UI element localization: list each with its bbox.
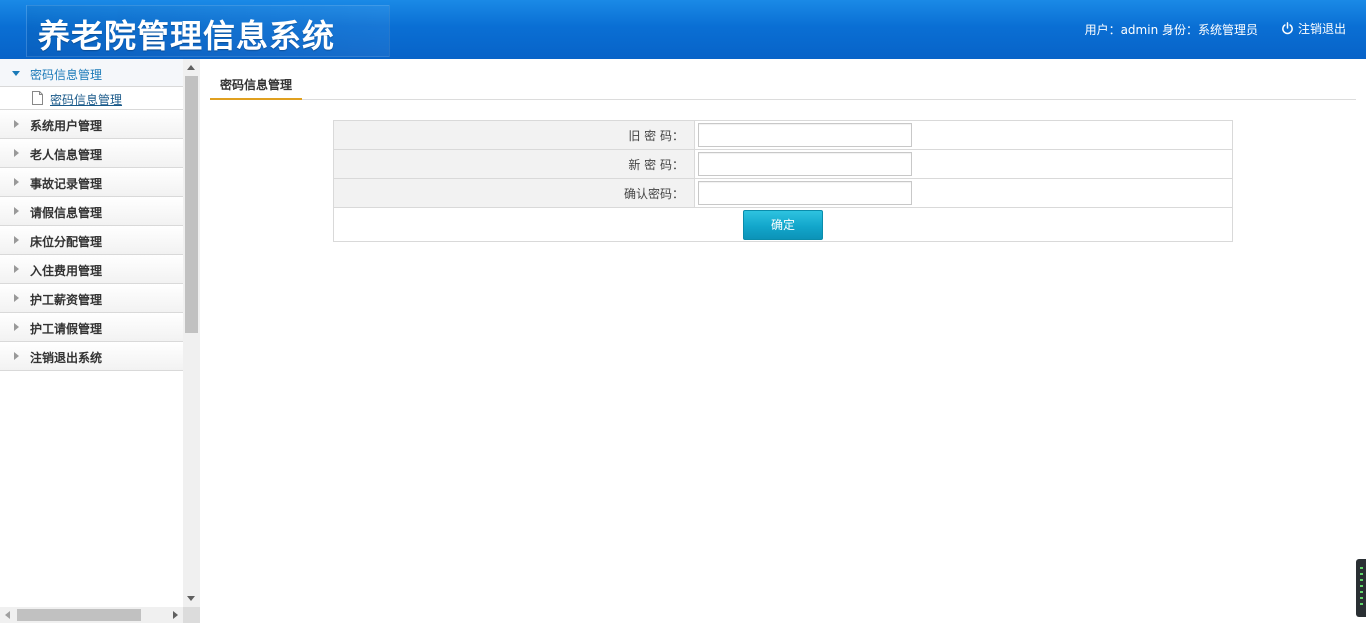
scroll-up-icon[interactable]: [187, 65, 195, 70]
new-password-label: 新 密 码：: [333, 149, 695, 179]
sidebar-item-beds[interactable]: 床位分配管理: [0, 226, 183, 255]
chevron-right-icon: [14, 149, 19, 157]
sidebar-item-accidents[interactable]: 事故记录管理: [0, 168, 183, 197]
sidebar-item-label: 系统用户管理: [30, 119, 103, 133]
side-widget[interactable]: [1356, 559, 1366, 617]
old-password-label: 旧 密 码：: [333, 120, 695, 150]
sidebar-item-label: 老人信息管理: [30, 148, 103, 162]
logout-link[interactable]: 注销退出: [1281, 20, 1346, 37]
sidebar-item-leave[interactable]: 请假信息管理: [0, 197, 183, 226]
widget-indicator: [1360, 597, 1363, 599]
chevron-right-icon: [14, 178, 19, 186]
confirm-password-input[interactable]: [698, 181, 912, 205]
chevron-right-icon: [14, 294, 19, 302]
scroll-down-icon[interactable]: [187, 596, 195, 601]
form-cell: [694, 178, 1233, 208]
sidebar-item-label: 密码信息管理: [30, 68, 103, 82]
scroll-right-icon[interactable]: [173, 611, 178, 619]
chevron-right-icon: [14, 352, 19, 360]
widget-indicator: [1360, 573, 1363, 575]
form-cell: 确定: [333, 207, 1233, 242]
sidebar-item-label: 护工薪资管理: [30, 293, 103, 307]
user-info: 用户：admin 身份：系统管理员: [1084, 23, 1258, 37]
chevron-right-icon: [14, 120, 19, 128]
tab-bar: 密码信息管理: [210, 72, 1356, 100]
sidebar-item-label: 注销退出系统: [30, 351, 103, 365]
sidebar-item-salary[interactable]: 护工薪资管理: [0, 284, 183, 313]
sidebar-item-system-users[interactable]: 系统用户管理: [0, 110, 183, 139]
vertical-scrollbar[interactable]: [183, 59, 200, 607]
logout-label: 注销退出: [1297, 22, 1346, 36]
chevron-right-icon: [14, 236, 19, 244]
power-icon: [1282, 22, 1293, 35]
widget-indicator: [1360, 567, 1363, 569]
sidebar: 密码信息管理 密码信息管理 系统用户管理 老人信息管理 事故记录管理 请假信息管…: [0, 59, 200, 623]
sidebar-item-password[interactable]: 密码信息管理: [0, 59, 183, 87]
scroll-thumb[interactable]: [185, 76, 198, 333]
scroll-left-icon[interactable]: [5, 611, 10, 619]
form-cell: [694, 149, 1233, 179]
sidebar-item-label: 入住费用管理: [30, 264, 103, 278]
main-content: 密码信息管理 旧 密 码： 新 密 码： 确认密码： 确定: [210, 59, 1356, 623]
sidebar-item-label: 床位分配管理: [30, 235, 103, 249]
scroll-thumb[interactable]: [17, 609, 141, 621]
password-form: 旧 密 码： 新 密 码： 确认密码： 确定: [333, 120, 1233, 242]
chevron-down-icon: [12, 71, 20, 76]
chevron-right-icon: [14, 207, 19, 215]
chevron-right-icon: [14, 323, 19, 331]
form-cell: [694, 120, 1233, 150]
sidebar-menu: 密码信息管理 密码信息管理 系统用户管理 老人信息管理 事故记录管理 请假信息管…: [0, 59, 183, 371]
widget-indicator: [1360, 585, 1363, 587]
sidebar-item-label: 护工请假管理: [30, 322, 103, 336]
widget-indicator: [1360, 579, 1363, 581]
submit-button[interactable]: 确定: [743, 209, 823, 240]
confirm-password-label: 确认密码：: [333, 178, 695, 208]
sidebar-item-logout[interactable]: 注销退出系统: [0, 342, 183, 371]
sidebar-item-fees[interactable]: 入住费用管理: [0, 255, 183, 284]
chevron-right-icon: [14, 265, 19, 273]
new-password-input[interactable]: [698, 152, 912, 176]
app-header: 养老院管理信息系统 用户：admin 身份：系统管理员 注销退出: [0, 0, 1366, 59]
document-icon: [32, 91, 43, 105]
horizontal-scrollbar[interactable]: [0, 607, 183, 623]
tab-password[interactable]: 密码信息管理: [210, 72, 303, 100]
app-title: 养老院管理信息系统: [38, 17, 336, 55]
form-row: 旧 密 码：: [333, 120, 1233, 150]
old-password-input[interactable]: [698, 123, 912, 147]
form-row: 新 密 码：: [333, 149, 1233, 179]
sidebar-item-caregiver-leave[interactable]: 护工请假管理: [0, 313, 183, 342]
sidebar-item-elderly[interactable]: 老人信息管理: [0, 139, 183, 168]
form-row: 确认密码：: [333, 178, 1233, 208]
form-row: 确定: [333, 207, 1233, 242]
sidebar-item-label: 事故记录管理: [30, 177, 103, 191]
scrollbar-corner: [183, 607, 200, 623]
sidebar-subitem-label[interactable]: 密码信息管理: [50, 91, 122, 108]
widget-indicator: [1360, 591, 1363, 593]
sidebar-item-label: 请假信息管理: [30, 206, 103, 220]
sidebar-subitem-password[interactable]: 密码信息管理: [0, 87, 183, 110]
widget-indicator: [1360, 603, 1363, 605]
